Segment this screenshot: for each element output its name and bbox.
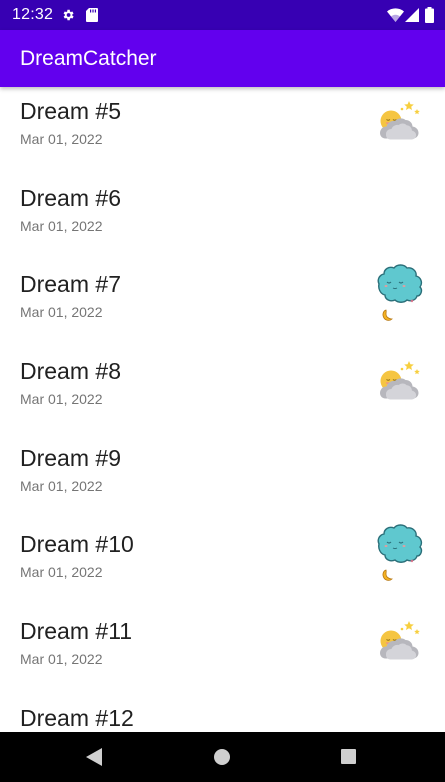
dream-date: Mar 01, 2022 (20, 304, 103, 321)
sun-cloud-icon (374, 357, 424, 407)
sun-cloud-icon (374, 617, 424, 667)
dream-title: Dream #9 (20, 444, 121, 471)
navigation-bar (0, 732, 445, 782)
dream-list-item[interactable]: Dream #6 Mar 01, 2022 (2, 174, 443, 261)
dream-list-item[interactable]: Dream #5 Mar 01, 2022 (2, 87, 443, 174)
dream-date: Mar 01, 2022 (20, 131, 103, 147)
sleeping-cloud-moon-icon (374, 262, 424, 326)
dream-title: Dream #10 (20, 531, 134, 558)
sun-cloud-icon (374, 97, 424, 147)
sd-card-icon (86, 8, 98, 27)
status-time: 12:32 (12, 6, 54, 23)
dream-title: Dream #11 (20, 618, 133, 645)
dream-list-item[interactable]: Dream #10 Mar 01, 2022 (2, 520, 443, 607)
dream-title: Dream #8 (20, 358, 121, 385)
app-bar: DreamCatcher (0, 30, 445, 87)
dream-date: Mar 01, 2022 (20, 391, 103, 408)
dream-list-item[interactable]: Dream #7 Mar 01, 2022 (2, 260, 443, 347)
app-title: DreamCatcher (20, 47, 157, 70)
dream-title: Dream #12 (20, 704, 134, 731)
home-icon[interactable] (214, 749, 230, 770)
dream-title: Dream #7 (20, 271, 121, 298)
dream-list-item[interactable]: Dream #8 Mar 01, 2022 (2, 347, 443, 434)
dream-list-item[interactable]: Dream #12 (2, 694, 443, 732)
dream-date: Mar 01, 2022 (20, 217, 103, 234)
phone-screen: 12:32 DreamCatcher Dream #5 Mar 01, 2022… (0, 0, 445, 782)
recents-icon[interactable] (341, 749, 356, 769)
battery-icon (425, 7, 434, 28)
status-bar: 12:32 (0, 0, 445, 30)
wifi-icon (387, 8, 404, 27)
dream-list[interactable]: Dream #5 Mar 01, 2022 Dream #6 Mar 01, 2 (2, 87, 443, 732)
dream-date: Mar 01, 2022 (20, 477, 103, 494)
dream-title: Dream #6 (20, 184, 121, 211)
sleeping-cloud-moon-icon (374, 522, 424, 586)
gear-icon (61, 8, 75, 27)
cell-signal-icon (405, 8, 419, 27)
dream-date: Mar 01, 2022 (20, 564, 103, 581)
dream-list-item[interactable]: Dream #11 Mar 01, 2022 (2, 607, 443, 694)
dream-title: Dream #5 (20, 98, 121, 124)
dream-date: Mar 01, 2022 (20, 651, 103, 668)
back-icon[interactable] (86, 748, 102, 771)
dream-list-item[interactable]: Dream #9 Mar 01, 2022 (2, 434, 443, 521)
